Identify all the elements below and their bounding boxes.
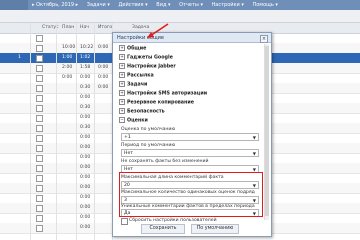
highlight-box [119, 172, 263, 217]
start-cell: 0:30 [80, 85, 91, 90]
logo-area [0, 0, 28, 10]
reset-users-label: Сбросить настройки пользователей [129, 218, 217, 223]
chevron-down-icon: ▼ [252, 134, 256, 140]
default-period-select[interactable]: Нет ▼ [121, 149, 259, 157]
top-menu-bar: ▸ Октябрь, 2019 ▸ Задачи ▾ Действия ▾ Ви… [0, 0, 360, 10]
start-cell: 0:00 [80, 145, 91, 150]
start-cell: 0:00 [80, 195, 91, 200]
row-checkbox[interactable] [36, 35, 43, 42]
section-security[interactable]: + Безопасность [119, 108, 259, 115]
total-cell: 0:00 [98, 75, 109, 80]
row-checkbox[interactable] [36, 65, 43, 72]
row-number: 1 [18, 55, 21, 60]
row-checkbox[interactable] [36, 215, 43, 222]
menu-view[interactable]: Вид ▾ [156, 2, 170, 8]
row-checkbox[interactable] [36, 225, 43, 232]
menu-settings[interactable]: Настройки ▾ [212, 2, 244, 8]
dialog-scrollbar[interactable] [264, 44, 269, 220]
start-cell: 0:30 [80, 105, 91, 110]
row-checkbox[interactable] [36, 115, 43, 122]
close-icon[interactable]: × [260, 34, 268, 43]
plan-cell: 1:00 [62, 55, 73, 60]
row-checkbox[interactable] [36, 175, 43, 182]
section-general[interactable]: + Общие [119, 45, 259, 52]
plan-cell: 10:00 [62, 45, 76, 50]
save-button[interactable]: Сохранить [141, 224, 185, 234]
section-jabber[interactable]: + Настройки Jabber [119, 63, 259, 70]
row-checkbox[interactable] [36, 45, 43, 52]
row-checkbox[interactable] [36, 165, 43, 172]
start-cell: 0:00 [80, 155, 91, 160]
default-rating-select[interactable]: +1 ▼ [121, 133, 259, 141]
row-checkbox[interactable] [36, 205, 43, 212]
total-cell: 0:00 [98, 85, 109, 90]
defaults-button[interactable]: По умолчанию [191, 224, 239, 234]
col-total[interactable]: Итого [98, 25, 112, 30]
menu-reports[interactable]: Отчеты ▾ [179, 2, 203, 8]
col-task[interactable]: Задача [132, 25, 149, 30]
start-cell: 0:00 [80, 75, 91, 80]
start-cell: 0:30 [80, 125, 91, 130]
row-checkbox[interactable] [36, 155, 43, 162]
period-selector[interactable]: ▸ Октябрь, 2019 ▸ [32, 2, 78, 8]
start-cell: 0:00 [80, 165, 91, 170]
start-cell: 0:00 [80, 185, 91, 190]
row-checkbox[interactable] [36, 85, 43, 92]
default-rating-label: Оценка по умолчанию [121, 127, 176, 132]
section-backup[interactable]: + Резервное копирование [119, 99, 259, 106]
settings-dialog: Настройки общие × + Общие + Гаджеты Google… [112, 32, 272, 237]
no-save-facts-label: Не сохранять факты без изменений [121, 159, 209, 164]
start-cell: 0:00 [80, 115, 91, 120]
start-cell: 0:00 [80, 135, 91, 140]
chevron-down-icon: ▼ [252, 166, 256, 172]
plan-cell: 2:00 [62, 65, 73, 70]
dialog-title: Настройки общие [117, 35, 165, 41]
row-checkbox[interactable] [36, 135, 43, 142]
total-cell: 0:00 [98, 45, 109, 50]
section-mailing[interactable]: + Рассылка [119, 72, 259, 79]
menu-tasks[interactable]: Задачи ▾ [87, 2, 110, 8]
reset-users-checkbox[interactable] [121, 218, 128, 225]
start-cell: 1:58 [80, 65, 91, 70]
total-cell: 0:00 [98, 65, 109, 70]
row-checkbox[interactable] [36, 55, 43, 62]
row-checkbox[interactable] [36, 125, 43, 132]
start-cell: 0:00 [80, 225, 91, 230]
row-checkbox[interactable] [36, 185, 43, 192]
start-cell: 0:00 [80, 95, 91, 100]
row-checkbox[interactable] [36, 145, 43, 152]
row-checkbox[interactable] [36, 75, 43, 82]
col-plan[interactable]: План [62, 25, 74, 30]
menu-actions[interactable]: Действия ▾ [118, 2, 147, 8]
section-google-gadgets[interactable]: + Гаджеты Google [119, 54, 259, 61]
start-cell: 1:02 [80, 55, 91, 60]
plan-cell: 0:00 [62, 75, 73, 80]
section-sms-auth[interactable]: + Настройки SMS авторизации [119, 90, 259, 97]
start-cell: 0:00 [80, 175, 91, 180]
row-checkbox[interactable] [36, 105, 43, 112]
start-cell: 10:22 [80, 45, 94, 50]
start-cell: 0:00 [80, 205, 91, 210]
row-checkbox[interactable] [36, 195, 43, 202]
chevron-down-icon: ▼ [252, 150, 256, 156]
menu-help[interactable]: Помощь ▾ [252, 2, 277, 8]
section-tasks[interactable]: + Задачи [119, 81, 259, 88]
dialog-titlebar[interactable]: Настройки общие × [113, 33, 271, 43]
start-cell: 0:00 [80, 215, 91, 220]
row-checkbox[interactable] [36, 95, 43, 102]
toolbar [0, 10, 360, 23]
col-start[interactable]: Нач [80, 25, 89, 30]
default-period-label: Период по умолчанию [121, 143, 176, 148]
section-ratings[interactable]: − Оценки [119, 117, 259, 124]
